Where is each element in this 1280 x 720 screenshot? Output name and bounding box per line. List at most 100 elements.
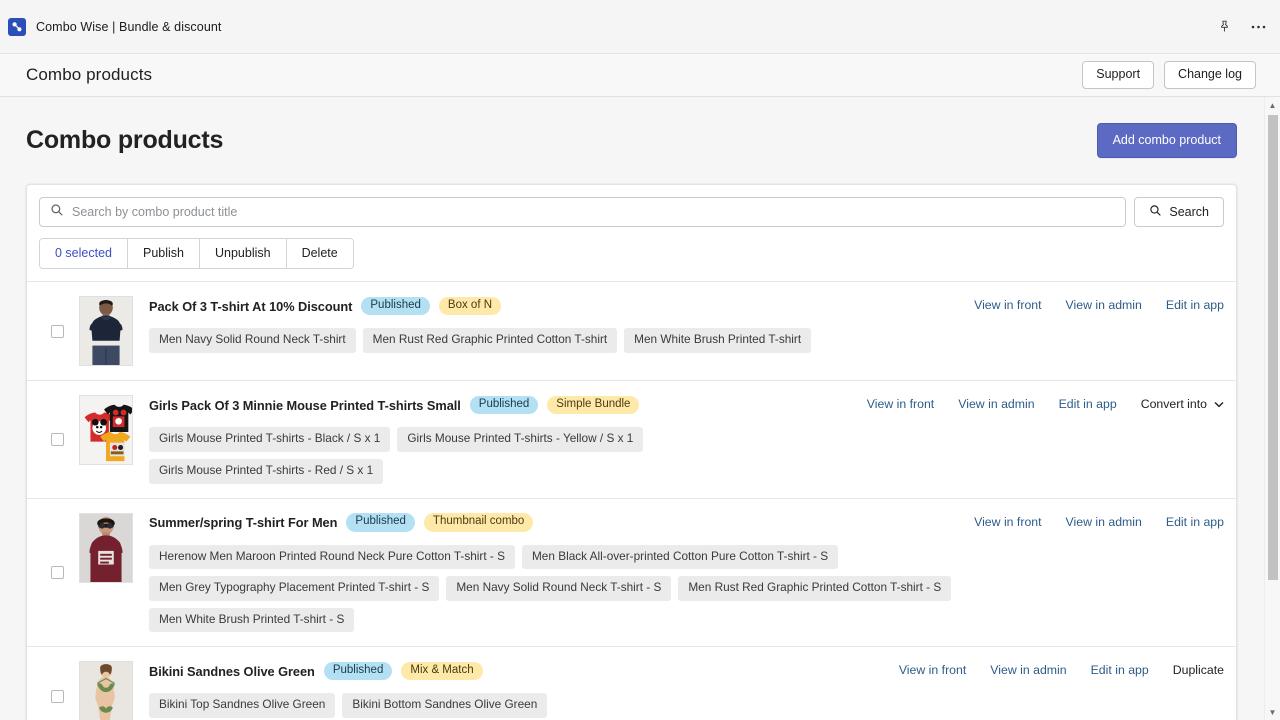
variant-chip: Men White Brush Printed T-shirt <box>624 328 812 353</box>
row-checkbox[interactable] <box>51 432 64 446</box>
row-action-label: View in admin <box>958 397 1035 412</box>
product-title: Girls Pack Of 3 Minnie Mouse Printed T-s… <box>149 397 461 413</box>
search-row: Search <box>27 185 1236 227</box>
status-badge: Published <box>323 662 393 681</box>
row-action-view-in-admin[interactable]: View in admin <box>990 663 1066 677</box>
row-action-label: View in admin <box>990 663 1067 678</box>
row-title-line: Pack Of 3 T-shirt At 10% Discount Publis… <box>149 296 966 316</box>
search-button[interactable]: Search <box>1134 197 1224 227</box>
variant-chip: Girls Mouse Printed T-shirts - Yellow / … <box>397 427 644 452</box>
row-action-label: Edit in app <box>1058 397 1117 412</box>
table-row: Summer/spring T-shirt For Men Published … <box>27 497 1236 647</box>
variant-chip-list: Herenow Men Maroon Printed Round Neck Pu… <box>149 544 966 633</box>
selected-count-button[interactable]: 0 selected <box>40 239 128 269</box>
scroll-up-arrow-icon[interactable]: ▲ <box>1265 97 1280 113</box>
search-field[interactable] <box>39 197 1127 227</box>
row-action-label: Edit in app <box>1165 298 1224 313</box>
window-titlebar: Combo Wise | Bundle & discount <box>0 0 1280 54</box>
status-badge: Published <box>346 513 415 532</box>
row-checkbox-cell <box>39 296 79 366</box>
variant-chip: Bikini Bottom Sandnes Olive Green <box>342 693 548 718</box>
delete-button[interactable]: Delete <box>286 239 353 269</box>
row-action-view-in-front[interactable]: View in front <box>867 397 934 411</box>
table-row: Pack Of 3 T-shirt At 10% Discount Publis… <box>27 281 1236 380</box>
variant-chip: Men Navy Solid Round Neck T-shirt - S <box>446 576 672 601</box>
search-input[interactable] <box>72 205 1116 219</box>
page-content: Combo products Add combo product Search … <box>0 97 1263 720</box>
row-action-label: View in admin <box>1065 514 1142 529</box>
app-header: Combo products Support Change log <box>0 54 1280 97</box>
row-action-view-in-front[interactable]: View in front <box>899 663 966 677</box>
row-action-view-in-front[interactable]: View in front <box>974 515 1041 529</box>
page-scroll-area: Combo products Add combo product Search … <box>0 97 1280 720</box>
status-badge: Published <box>361 297 430 316</box>
status-badge: Published <box>469 396 539 415</box>
row-action-edit-in-app[interactable]: Edit in app <box>1166 298 1224 312</box>
row-actions: View in front View in admin Edit in app Con… <box>867 395 1224 411</box>
unpublish-button[interactable]: Unpublish <box>199 239 287 269</box>
row-action-duplicate[interactable]: Duplicate <box>1173 663 1224 677</box>
ellipsis-icon[interactable] <box>1250 19 1266 35</box>
product-thumbnail <box>79 512 133 583</box>
row-checkbox[interactable] <box>51 565 64 579</box>
product-title: Pack Of 3 T-shirt At 10% Discount <box>149 298 353 314</box>
product-thumbnail <box>79 395 133 466</box>
row-action-label: View in admin <box>1065 298 1142 313</box>
row-actions: View in front View in admin Edit in app Dup… <box>899 661 1224 677</box>
combo-type-badge: Box of N <box>438 297 502 316</box>
app-header-buttons: Support Change log <box>1082 60 1256 90</box>
variant-chip-list: Men Navy Solid Round Neck T-shirt Men Rus… <box>149 328 966 353</box>
publish-button[interactable]: Publish <box>127 239 200 269</box>
row-action-label: Edit in app <box>1165 514 1224 529</box>
row-title-line: Bikini Sandnes Olive Green Published Mix… <box>149 661 891 681</box>
bulk-action-bar: 0 selected Publish Unpublish Delete <box>39 238 354 270</box>
variant-chip: Men Black All-over-printed Cotton Pure C… <box>521 544 839 570</box>
row-action-label: Convert into <box>1140 397 1207 412</box>
row-action-convert-into[interactable]: Convert into <box>1141 397 1224 411</box>
variant-chip: Herenow Men Maroon Printed Round Neck Pu… <box>149 544 515 570</box>
change-log-button[interactable]: Change log <box>1164 60 1256 90</box>
row-title-line: Girls Pack Of 3 Minnie Mouse Printed T-s… <box>149 395 859 415</box>
combo-products-list: Pack Of 3 T-shirt At 10% Discount Publis… <box>27 281 1236 720</box>
scroll-down-arrow-icon[interactable]: ▼ <box>1265 704 1280 720</box>
row-main: Pack Of 3 T-shirt At 10% Discount Publis… <box>149 296 974 353</box>
row-action-edit-in-app[interactable]: Edit in app <box>1166 515 1224 529</box>
window-title: Combo Wise | Bundle & discount <box>36 19 222 34</box>
row-checkbox[interactable] <box>51 689 64 703</box>
row-action-label: Duplicate <box>1172 663 1224 678</box>
combo-type-badge: Simple Bundle <box>547 396 640 415</box>
row-actions: View in front View in admin Edit in app <box>974 296 1224 312</box>
row-action-view-in-admin[interactable]: View in admin <box>1066 298 1142 312</box>
row-action-edit-in-app[interactable]: Edit in app <box>1059 397 1117 411</box>
row-main: Girls Pack Of 3 Minnie Mouse Printed T-s… <box>149 395 867 484</box>
row-main: Summer/spring T-shirt For Men Published … <box>149 513 974 633</box>
row-main: Bikini Sandnes Olive Green Published Mix… <box>149 661 899 718</box>
combo-type-badge: Thumbnail combo <box>423 513 534 532</box>
row-title-line: Summer/spring T-shirt For Men Published … <box>149 513 966 533</box>
variant-chip: Girls Mouse Printed T-shirts - Black / S… <box>149 427 391 452</box>
product-thumbnail <box>79 296 133 367</box>
row-action-view-in-admin[interactable]: View in admin <box>958 397 1034 411</box>
search-button-icon <box>1149 204 1162 220</box>
product-title: Summer/spring T-shirt For Men <box>149 515 338 530</box>
row-checkbox[interactable] <box>51 324 64 338</box>
pin-icon[interactable] <box>1216 19 1232 35</box>
search-icon <box>50 203 72 222</box>
support-button[interactable]: Support <box>1082 60 1155 90</box>
combo-products-card: Search 0 selected Publish Unpublish Dele… <box>26 184 1237 720</box>
vertical-scrollbar[interactable]: ▲ ▼ <box>1264 97 1280 720</box>
row-checkbox-cell <box>39 661 79 720</box>
row-action-edit-in-app[interactable]: Edit in app <box>1091 663 1149 677</box>
chevron-down-icon <box>1214 397 1224 411</box>
scrollbar-thumb[interactable] <box>1268 115 1278 580</box>
row-action-view-in-front[interactable]: View in front <box>974 298 1041 312</box>
add-combo-product-button[interactable]: Add combo product <box>1096 123 1237 158</box>
variant-chip: Men Rust Red Graphic Printed Cotton T-sh… <box>678 576 952 601</box>
variant-chip: Men Rust Red Graphic Printed Cotton T-sh… <box>362 328 618 353</box>
row-action-label: Edit in app <box>1090 663 1149 678</box>
row-action-view-in-admin[interactable]: View in admin <box>1066 515 1142 529</box>
row-action-label: View in front <box>974 514 1042 529</box>
variant-chip-list: Bikini Top Sandnes Olive Green Bikini Bot… <box>149 693 891 718</box>
row-action-label: View in front <box>974 298 1042 313</box>
variant-chip-list: Girls Mouse Printed T-shirts - Black / S… <box>149 427 859 484</box>
